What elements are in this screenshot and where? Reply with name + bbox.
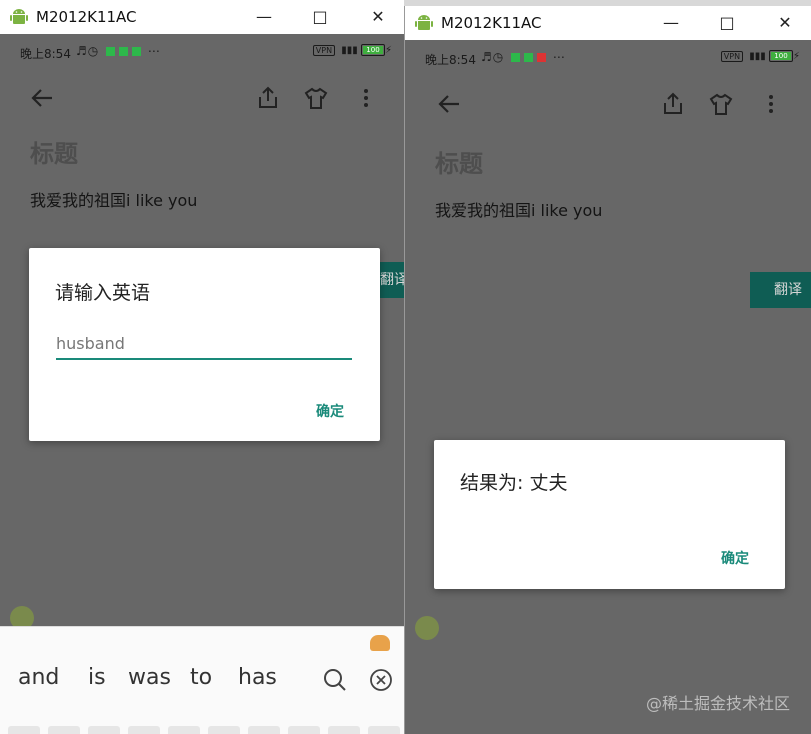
share-icon[interactable] — [659, 90, 687, 118]
page-heading: 标题 — [435, 150, 483, 178]
suggestion-2[interactable]: is — [88, 665, 106, 690]
android-icon — [415, 15, 433, 30]
vpn-badge: VPN — [720, 51, 744, 62]
content-text: 我爱我的祖国i like you — [435, 201, 603, 220]
suggestion-3[interactable]: was — [128, 665, 171, 690]
more-vert-icon[interactable] — [352, 84, 380, 112]
close-icon[interactable]: ✕ — [364, 4, 392, 30]
dialog-title: 结果为: 丈夫 — [460, 472, 568, 494]
search-icon[interactable] — [322, 667, 348, 693]
back-arrow-icon[interactable] — [28, 84, 56, 112]
title-bar: M2012K11AC — □ ✕ — [0, 0, 404, 34]
battery-icon: 100 — [768, 50, 793, 62]
input-dialog: 请输入英语 确定 — [29, 248, 380, 441]
minimize-icon[interactable]: — — [250, 4, 278, 30]
right-emulator-window: M2012K11AC — □ ✕ 晚上8:54 ♬◷ ⋯ VPN ▮▮▮ 100… — [404, 6, 811, 734]
minimize-icon[interactable]: — — [657, 10, 685, 36]
keyboard-key-row — [0, 726, 404, 734]
english-input[interactable] — [56, 330, 352, 353]
status-time: 晚上8:54 — [425, 53, 476, 67]
share-icon[interactable] — [254, 84, 282, 112]
app-bar — [0, 78, 404, 118]
key[interactable] — [248, 726, 280, 734]
maximize-icon[interactable]: □ — [306, 4, 334, 30]
window-title: M2012K11AC — [441, 14, 542, 32]
suggestion-5[interactable]: has — [238, 665, 277, 690]
translate-button[interactable]: 翻译 — [750, 272, 811, 308]
signal-icon: ▮▮▮ — [341, 45, 358, 56]
key[interactable] — [48, 726, 80, 734]
suggestion-1[interactable]: and — [18, 665, 59, 690]
status-time: 晚上8:54 — [20, 47, 71, 61]
status-icons: ♬◷ ⋯ — [76, 44, 161, 58]
maximize-icon[interactable]: □ — [713, 10, 741, 36]
battery-icon: 100 — [360, 44, 385, 56]
phone-screen: 晚上8:54 ♬◷ ⋯ VPN ▮▮▮ 100 ⚡ 标题 我爱我的祖国i lik… — [0, 34, 404, 734]
key[interactable] — [128, 726, 160, 734]
close-circle-icon[interactable] — [368, 667, 394, 693]
title-bar: M2012K11AC — □ ✕ — [405, 6, 811, 40]
dialog-title: 请输入英语 — [55, 282, 151, 304]
close-icon[interactable]: ✕ — [771, 10, 799, 36]
english-input-field[interactable] — [56, 330, 352, 360]
ok-button[interactable]: 确定 — [316, 401, 344, 421]
tshirt-icon[interactable] — [302, 84, 330, 112]
signal-icon: ▮▮▮ — [749, 51, 766, 62]
key[interactable] — [368, 726, 400, 734]
watermark: @稀土掘金技术社区 — [645, 694, 790, 713]
status-bar: 晚上8:54 ♬◷ ⋯ VPN ▮▮▮ 100 ⚡ — [0, 34, 404, 74]
result-dialog: 结果为: 丈夫 确定 — [434, 440, 785, 589]
ok-button[interactable]: 确定 — [721, 548, 749, 568]
more-vert-icon[interactable] — [757, 90, 785, 118]
key[interactable] — [288, 726, 320, 734]
key[interactable] — [208, 726, 240, 734]
status-right: VPN ▮▮▮ 100 ⚡ — [312, 44, 392, 56]
status-bar: 晚上8:54 ♬◷ ⋯ VPN ▮▮▮ 100 ⚡ — [405, 40, 811, 80]
phone-screen: 晚上8:54 ♬◷ ⋯ VPN ▮▮▮ 100 ⚡ 标题 我爱我的祖国i lik… — [405, 40, 811, 734]
keyboard: and is was to has — [0, 626, 404, 734]
status-icons: ♬◷ ⋯ — [481, 50, 566, 64]
app-bar — [405, 84, 811, 124]
back-arrow-icon[interactable] — [435, 90, 463, 118]
key[interactable] — [168, 726, 200, 734]
key[interactable] — [328, 726, 360, 734]
page-heading: 标题 — [30, 140, 78, 168]
vpn-badge: VPN — [312, 45, 336, 56]
key[interactable] — [88, 726, 120, 734]
tshirt-icon[interactable] — [707, 90, 735, 118]
suggestion-4[interactable]: to — [190, 665, 212, 690]
floating-avatar[interactable] — [415, 616, 439, 640]
window-title: M2012K11AC — [36, 8, 137, 26]
key[interactable] — [8, 726, 40, 734]
status-right: VPN ▮▮▮ 100 ⚡ — [720, 50, 800, 62]
android-icon — [10, 9, 28, 24]
left-emulator-window: M2012K11AC — □ ✕ 晚上8:54 ♬◷ ⋯ VPN ▮▮▮ 100… — [0, 0, 404, 734]
keyboard-mascot-icon[interactable] — [370, 635, 390, 651]
content-text: 我爱我的祖国i like you — [30, 191, 198, 210]
